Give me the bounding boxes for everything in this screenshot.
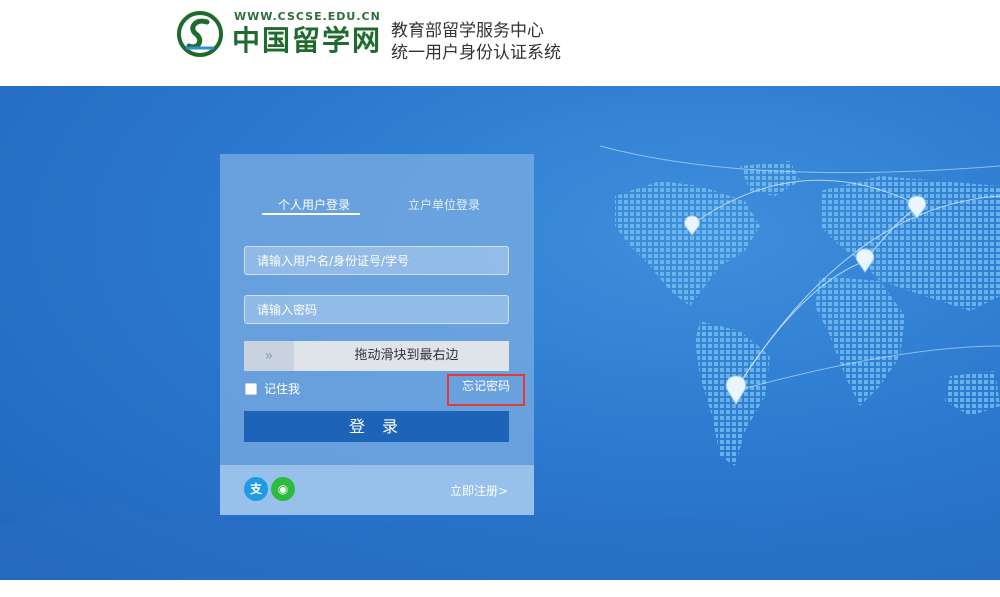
panel-footer: 支 ◉ 立即注册> xyxy=(220,465,534,515)
register-link[interactable]: 立即注册> xyxy=(450,482,508,499)
wechat-icon[interactable]: ◉ xyxy=(271,477,295,501)
username-input[interactable] xyxy=(244,246,509,275)
cscse-logo-icon xyxy=(177,11,223,57)
brand-name: 中国留学网 xyxy=(232,24,383,57)
slider-instruction: 拖动滑块到最右边 xyxy=(354,348,459,363)
alipay-icon[interactable]: 支 xyxy=(244,477,268,501)
login-background: 个人用户登录 立户单位登录 » 拖动滑块到最右边 记住我 忘记密码 登 录 支 … xyxy=(0,86,1000,580)
login-button[interactable]: 登 录 xyxy=(244,411,509,442)
remember-me: 记住我 xyxy=(245,380,300,397)
remember-me-checkbox[interactable] xyxy=(245,382,257,395)
password-input[interactable] xyxy=(244,295,509,324)
tab-personal-login[interactable]: 个人用户登录 xyxy=(278,196,350,213)
site-header: WWW.CSCSE.EDU.CN 中国留学网 教育部留学服务中心 统一用户身份认… xyxy=(0,0,1000,86)
slider-captcha: » 拖动滑块到最右边 xyxy=(244,341,509,371)
remember-me-label: 记住我 xyxy=(264,382,301,396)
active-tab-underline xyxy=(262,213,360,215)
site-url: WWW.CSCSE.EDU.CN xyxy=(234,10,381,23)
page-bottom xyxy=(0,580,1000,597)
tab-unit-login[interactable]: 立户单位登录 xyxy=(408,196,480,213)
slider-handle[interactable]: » xyxy=(244,341,294,371)
login-panel: 个人用户登录 立户单位登录 » 拖动滑块到最右边 记住我 忘记密码 登 录 支 … xyxy=(220,154,534,515)
header-title-system: 统一用户身份认证系统 xyxy=(391,43,561,63)
forgot-password-link[interactable]: 忘记密码 xyxy=(447,374,525,406)
